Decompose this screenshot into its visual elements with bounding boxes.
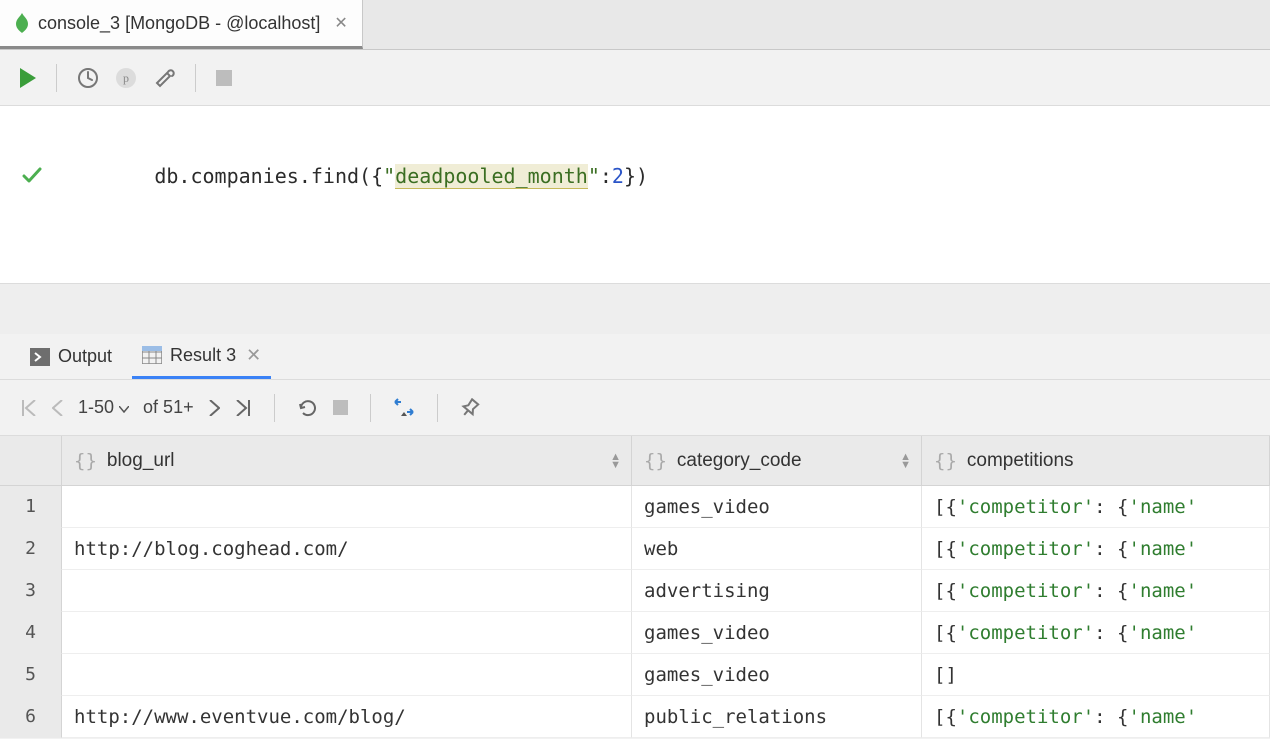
run-button[interactable]: [18, 68, 36, 88]
column-header-category-code[interactable]: {} category_code ▲▼: [632, 436, 922, 486]
row-number[interactable]: 5: [0, 654, 62, 696]
braces-icon: {}: [934, 450, 957, 472]
separator: [56, 64, 57, 92]
row-number[interactable]: 2: [0, 528, 62, 570]
editor-tab-title: console_3 [MongoDB - @localhost]: [38, 13, 320, 34]
cell-blog-url[interactable]: [62, 654, 632, 696]
sort-icon[interactable]: ▲▼: [900, 453, 911, 469]
cell-category-code[interactable]: public_relations: [632, 696, 922, 738]
tab-output[interactable]: Output: [20, 336, 122, 377]
cell-competitions[interactable]: []: [922, 654, 1270, 696]
check-icon: [22, 119, 118, 233]
cell-category-code[interactable]: games_video: [632, 654, 922, 696]
chevron-down-icon: [119, 406, 129, 413]
cell-competitions[interactable]: [{'competitor': {'name': [922, 696, 1270, 738]
column-label: competitions: [967, 450, 1074, 472]
compare-icon[interactable]: [393, 398, 415, 418]
editor-line: db.companies.find({"deadpooled_month":2}…: [0, 154, 1270, 198]
cell-blog-url[interactable]: [62, 570, 632, 612]
pin-icon[interactable]: [460, 398, 480, 418]
result-tab-bar: Output Result 3 ✕: [0, 334, 1270, 380]
tab-bar: console_3 [MongoDB - @localhost] ✕: [0, 0, 1270, 50]
colon: :: [600, 164, 612, 188]
stop-button[interactable]: [333, 400, 348, 415]
code-prefix: db.companies.find({: [154, 164, 383, 188]
tab-result-label: Result 3: [170, 345, 236, 366]
row-number[interactable]: 4: [0, 612, 62, 654]
quote: ": [383, 164, 395, 188]
column-label: blog_url: [107, 450, 175, 472]
code-number: 2: [612, 164, 624, 188]
code-suffix: }): [624, 164, 648, 188]
panel-gap: [0, 284, 1270, 334]
column-header-blog-url[interactable]: {} blog_url ▲▼: [62, 436, 632, 486]
cell-category-code[interactable]: advertising: [632, 570, 922, 612]
row-number[interactable]: 1: [0, 486, 62, 528]
cell-competitions[interactable]: [{'competitor': {'name': [922, 528, 1270, 570]
result-grid[interactable]: {} blog_url ▲▼ {} category_code ▲▼ {} co…: [0, 436, 1270, 738]
query-editor[interactable]: db.companies.find({"deadpooled_month":2}…: [0, 106, 1270, 284]
tab-result[interactable]: Result 3 ✕: [132, 335, 271, 379]
next-page-button[interactable]: [208, 400, 220, 416]
cell-category-code[interactable]: games_video: [632, 486, 922, 528]
column-label: category_code: [677, 450, 802, 472]
reload-button[interactable]: [297, 398, 319, 418]
close-icon[interactable]: ✕: [246, 345, 261, 366]
row-number[interactable]: 3: [0, 570, 62, 612]
editor-toolbar: p: [0, 50, 1270, 106]
mongodb-leaf-icon: [14, 13, 30, 33]
cell-competitions[interactable]: [{'competitor': {'name': [922, 570, 1270, 612]
settings-icon[interactable]: [153, 67, 175, 89]
separator: [195, 64, 196, 92]
prev-page-button[interactable]: [52, 400, 64, 416]
cell-competitions[interactable]: [{'competitor': {'name': [922, 486, 1270, 528]
page-range[interactable]: 1-50: [78, 397, 129, 418]
close-icon[interactable]: ✕: [334, 13, 347, 33]
cell-blog-url[interactable]: [62, 612, 632, 654]
code-field: deadpooled_month: [395, 164, 588, 189]
separator: [370, 394, 371, 422]
braces-icon: {}: [74, 450, 97, 472]
quote: ": [588, 164, 600, 188]
separator: [437, 394, 438, 422]
cell-blog-url[interactable]: http://www.eventvue.com/blog/: [62, 696, 632, 738]
column-header-competitions[interactable]: {} competitions: [922, 436, 1270, 486]
cell-category-code[interactable]: games_video: [632, 612, 922, 654]
row-number[interactable]: 6: [0, 696, 62, 738]
cell-blog-url[interactable]: http://blog.coghead.com/: [62, 528, 632, 570]
result-toolbar: 1-50 of 51+: [0, 380, 1270, 436]
cell-competitions[interactable]: [{'competitor': {'name': [922, 612, 1270, 654]
tab-output-label: Output: [58, 346, 112, 367]
history-icon[interactable]: [77, 67, 99, 89]
separator: [274, 394, 275, 422]
stop-button[interactable]: [216, 70, 232, 86]
cell-blog-url[interactable]: [62, 486, 632, 528]
sort-icon[interactable]: ▲▼: [610, 453, 621, 469]
parameters-icon[interactable]: p: [115, 67, 137, 89]
page-total: of 51+: [143, 397, 194, 418]
cell-category-code[interactable]: web: [632, 528, 922, 570]
svg-text:p: p: [123, 71, 129, 85]
editor-tab[interactable]: console_3 [MongoDB - @localhost] ✕: [0, 0, 363, 49]
braces-icon: {}: [644, 450, 667, 472]
first-page-button[interactable]: [20, 400, 38, 416]
last-page-button[interactable]: [234, 400, 252, 416]
output-icon: [30, 348, 50, 366]
row-number-header: [0, 436, 62, 486]
table-icon: [142, 346, 162, 364]
